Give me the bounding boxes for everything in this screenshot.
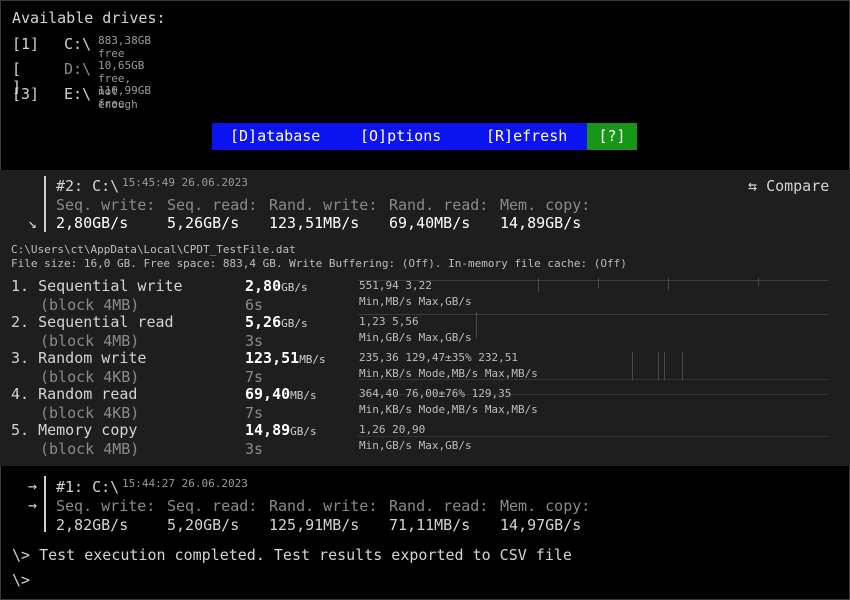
test-value: 69,40MB/s bbox=[245, 385, 317, 403]
test-label: 1. Sequential write bbox=[11, 277, 183, 295]
header-rand-read: Rand. read: bbox=[389, 196, 489, 214]
test-block: (block 4KB) bbox=[40, 404, 140, 422]
header-mem-copy: Mem. copy: bbox=[500, 196, 591, 214]
help-button[interactable]: [?] bbox=[587, 123, 637, 150]
prev-value-mem-copy: 14,97GB/s bbox=[500, 516, 582, 534]
prev-value-rand-read: 71,11MB/s bbox=[389, 516, 471, 534]
prev-value-seq-write: 2,82GB/s bbox=[56, 516, 129, 534]
test-value: 2,80GB/s bbox=[245, 277, 308, 295]
drive-free: 110,99GB free bbox=[98, 84, 151, 110]
previous-divider bbox=[44, 476, 46, 532]
test-time: 3s bbox=[245, 440, 264, 458]
drives-title: Available drives: bbox=[12, 9, 166, 27]
menu-bar: [D]atabase [O]ptions [R]efresh [?] bbox=[212, 123, 637, 150]
result-divider bbox=[44, 176, 46, 232]
test-time: 3s bbox=[245, 332, 264, 350]
header-seq-write: Seq. write: bbox=[56, 196, 156, 214]
test-stat-values: 364,40 76,00±76% 129,35 bbox=[359, 387, 512, 400]
test-stat-units: Min,GB/s Max,GB/s bbox=[359, 331, 472, 344]
value-seq-write: 2,80GB/s bbox=[56, 214, 129, 232]
test-value: 5,26GB/s bbox=[245, 313, 308, 331]
console-prompt[interactable]: \> bbox=[12, 571, 30, 589]
test-label: 3. Random write bbox=[11, 349, 147, 367]
test-block: (block 4MB) bbox=[40, 440, 140, 458]
arrow-right-icon[interactable]: → bbox=[28, 496, 37, 514]
previous-title[interactable]: #1: C:\ bbox=[56, 478, 119, 496]
test-label: 2. Sequential read bbox=[11, 313, 174, 331]
prev-header-mem-copy: Mem. copy: bbox=[500, 497, 591, 515]
prev-header-rand-write: Rand. write: bbox=[269, 497, 378, 515]
prev-header-seq-write: Seq. write: bbox=[56, 497, 156, 515]
database-button[interactable]: [D]atabase bbox=[212, 123, 338, 150]
arrow-right-icon[interactable]: → bbox=[28, 477, 37, 495]
file-path: C:\Users\ct\AppData\Local\CPDT_TestFile.… bbox=[11, 243, 296, 256]
value-seq-read: 5,26GB/s bbox=[167, 214, 240, 232]
console-output: \> Test execution completed. Test result… bbox=[12, 546, 572, 564]
test-stat-units: Min,GB/s Max,GB/s bbox=[359, 439, 472, 452]
test-block: (block 4MB) bbox=[40, 296, 140, 314]
test-stat-values: 235,36 129,47±35% 232,51 bbox=[359, 351, 518, 364]
prev-header-seq-read: Seq. read: bbox=[167, 497, 258, 515]
previous-time: 15:44:27 26.06.2023 bbox=[122, 477, 248, 490]
header-rand-write: Rand. write: bbox=[269, 196, 378, 214]
drive-name: D:\ bbox=[64, 60, 92, 78]
result-time: 15:45:49 26.06.2023 bbox=[122, 176, 248, 189]
value-rand-read: 69,40MB/s bbox=[389, 214, 471, 232]
refresh-button[interactable]: [R]efresh bbox=[462, 123, 587, 150]
header-seq-read: Seq. read: bbox=[167, 196, 258, 214]
arrow-icon: ↘ bbox=[28, 214, 38, 232]
test-block: (block 4KB) bbox=[40, 368, 140, 386]
drive-name: E:\ bbox=[64, 85, 92, 103]
options-button[interactable]: [O]ptions bbox=[338, 123, 462, 150]
prev-header-rand-read: Rand. read: bbox=[389, 497, 489, 515]
drive-name: C:\ bbox=[64, 35, 92, 53]
drive-key: [1] bbox=[12, 35, 40, 53]
file-details: File size: 16,0 GB. Free space: 883,4 GB… bbox=[11, 257, 627, 270]
test-label: 4. Random read bbox=[11, 385, 138, 403]
test-stat-values: 1,23 5,56 bbox=[359, 315, 419, 328]
result-title: #2: C:\ bbox=[56, 177, 120, 195]
test-time: 6s bbox=[245, 296, 264, 314]
test-time: 7s bbox=[245, 368, 264, 386]
drive-free: 883,38GB free bbox=[98, 34, 151, 60]
test-time: 7s bbox=[245, 404, 264, 422]
results-panel: ↘ #2: C:\ 15:45:49 26.06.2023 ⇆ Compare … bbox=[0, 170, 850, 466]
test-value: 14,89GB/s bbox=[245, 421, 317, 439]
prev-value-rand-write: 125,91MB/s bbox=[269, 516, 360, 534]
value-mem-copy: 14,89GB/s bbox=[500, 214, 582, 232]
drive-key: [3] bbox=[12, 85, 40, 103]
value-rand-write: 123,51MB/s bbox=[269, 214, 360, 232]
test-value: 123,51MB/s bbox=[245, 349, 326, 367]
prev-value-seq-read: 5,20GB/s bbox=[167, 516, 240, 534]
compare-label: Compare bbox=[766, 177, 830, 195]
test-stat-units: Min,KB/s Mode,MB/s Max,MB/s bbox=[359, 367, 538, 380]
test-stat-units: Min,MB/s Max,GB/s bbox=[359, 295, 472, 308]
test-block: (block 4MB) bbox=[40, 332, 140, 350]
test-label: 5. Memory copy bbox=[11, 421, 138, 439]
test-stat-values: 551,94 3,22 bbox=[359, 279, 432, 292]
compare-button[interactable]: ⇆ Compare bbox=[748, 177, 829, 195]
compare-icon: ⇆ bbox=[748, 177, 758, 195]
test-stat-units: Min,KB/s Mode,MB/s Max,MB/s bbox=[359, 403, 538, 416]
test-stat-values: 1,26 20,90 bbox=[359, 423, 426, 436]
